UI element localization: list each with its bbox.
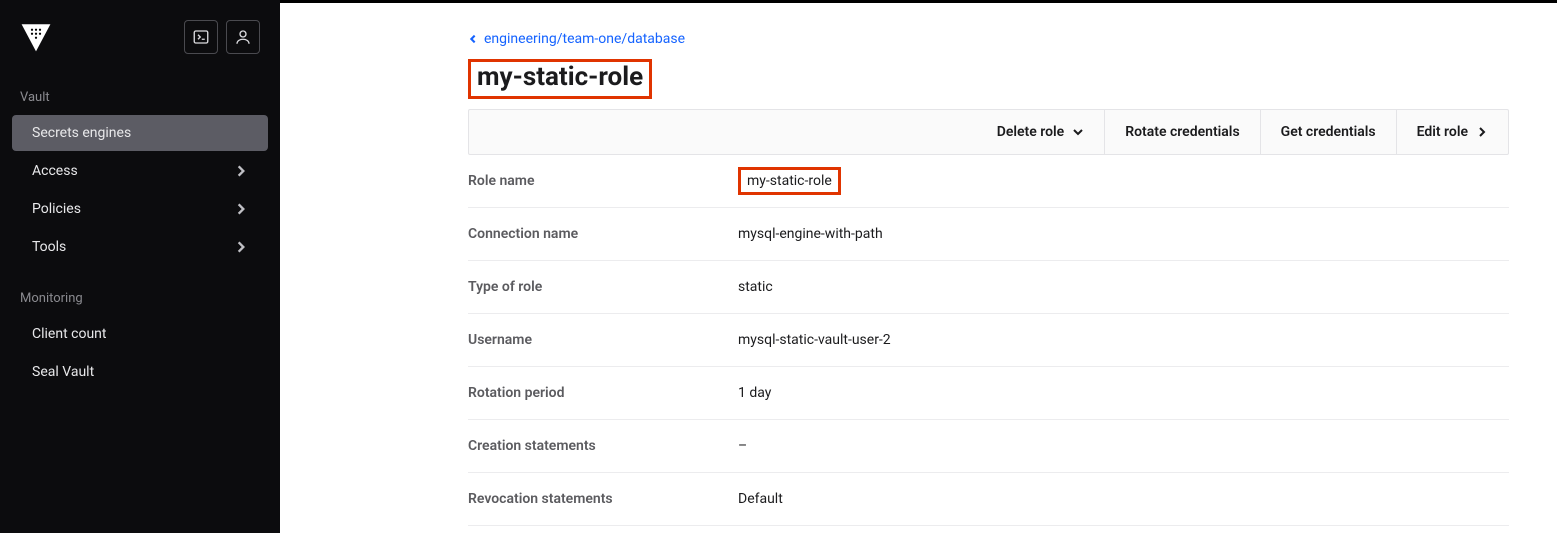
delete-role-button[interactable]: Delete role	[977, 110, 1104, 154]
detail-label: Type of role	[468, 279, 738, 295]
breadcrumb-path: engineering/team-one/database	[484, 31, 685, 47]
sidebar-item-policies[interactable]: Policies	[12, 191, 268, 227]
page-title: my-static-role	[477, 62, 643, 92]
page-title-highlight: my-static-role	[468, 59, 652, 99]
detail-label: Rotation period	[468, 385, 738, 401]
sidebar-item-label: Seal Vault	[32, 364, 94, 380]
sidebar-item-label: Client count	[32, 326, 106, 342]
detail-row: Revocation statementsDefault	[468, 473, 1509, 526]
sidebar-header	[0, 4, 280, 74]
chevron-right-icon	[1476, 126, 1488, 138]
edit-role-button[interactable]: Edit role	[1396, 110, 1508, 154]
detail-value: mysql-engine-with-path	[738, 226, 883, 242]
detail-row: Creation statements–	[468, 420, 1509, 473]
breadcrumb[interactable]: engineering/team-one/database	[468, 31, 1509, 47]
detail-row: Usernamemysql-static-vault-user-2	[468, 314, 1509, 367]
details-list: Role namemy-static-roleConnection namemy…	[468, 155, 1509, 526]
sidebar-item-secrets-engines[interactable]: Secrets engines	[12, 115, 268, 151]
section-label-monitoring: Monitoring	[0, 283, 280, 314]
sidebar-item-label: Policies	[32, 201, 81, 217]
sidebar-item-seal-vault[interactable]: Seal Vault	[12, 354, 268, 390]
detail-value: my-static-role	[738, 173, 841, 189]
detail-row: Type of rolestatic	[468, 261, 1509, 314]
rotate-credentials-button[interactable]: Rotate credentials	[1104, 110, 1259, 154]
chevron-right-icon	[234, 164, 248, 178]
sidebar-item-label: Access	[32, 163, 78, 179]
detail-label: Revocation statements	[468, 491, 738, 507]
header-icons	[184, 20, 260, 54]
main-content: engineering/team-one/database my-static-…	[280, 0, 1557, 533]
sidebar-item-tools[interactable]: Tools	[12, 229, 268, 265]
sidebar: Vault Secrets engines Access Policies Tools…	[0, 0, 280, 533]
detail-label: Connection name	[468, 226, 738, 242]
detail-row: Rotation period1 day	[468, 367, 1509, 420]
section-label-vault: Vault	[0, 82, 280, 113]
detail-label: Role name	[468, 173, 738, 189]
detail-value: mysql-static-vault-user-2	[738, 332, 891, 348]
detail-value: 1 day	[738, 385, 771, 401]
detail-value: –	[738, 438, 747, 454]
chevron-right-icon	[234, 202, 248, 216]
detail-label: Creation statements	[468, 438, 738, 454]
sidebar-item-access[interactable]: Access	[12, 153, 268, 189]
terminal-icon[interactable]	[184, 20, 218, 54]
sidebar-item-client-count[interactable]: Client count	[12, 316, 268, 352]
sidebar-item-label: Tools	[32, 239, 66, 255]
user-icon[interactable]	[226, 20, 260, 54]
sidebar-item-label: Secrets engines	[32, 125, 131, 141]
detail-label: Username	[468, 332, 738, 348]
chevron-right-icon	[234, 240, 248, 254]
get-credentials-button[interactable]: Get credentials	[1260, 110, 1396, 154]
toolbar: Delete role Rotate credentials Get crede…	[468, 109, 1509, 155]
detail-row: Role namemy-static-role	[468, 155, 1509, 208]
value-highlight: my-static-role	[738, 167, 841, 195]
detail-row: Connection namemysql-engine-with-path	[468, 208, 1509, 261]
detail-value: static	[738, 279, 773, 295]
chevron-left-icon	[468, 34, 478, 44]
chevron-down-icon	[1072, 126, 1084, 138]
vault-logo[interactable]	[20, 21, 52, 53]
detail-value: Default	[738, 491, 783, 507]
